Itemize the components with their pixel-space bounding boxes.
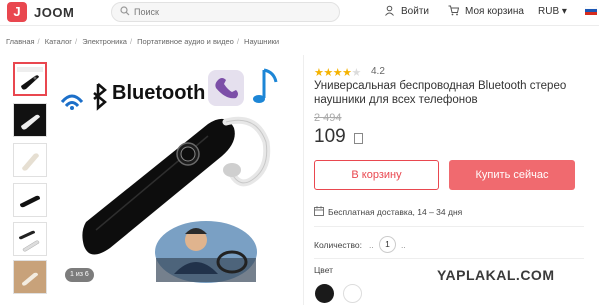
top-header: J JOOM Войти Моя корзина RUB ▾ <box>0 0 599 26</box>
currency-selector[interactable]: RUB ▾ <box>538 6 567 17</box>
current-price: 109 <box>314 126 346 147</box>
headset-image <box>19 230 40 252</box>
color-swatch-black[interactable] <box>315 284 334 303</box>
quantity-value[interactable]: 1 <box>379 236 396 253</box>
quantity-label: Количество: <box>314 240 363 250</box>
headset-image <box>22 272 38 286</box>
search-bar[interactable] <box>111 2 340 22</box>
thumbnail[interactable] <box>13 103 47 137</box>
breadcrumb-item[interactable]: Электроника <box>82 37 127 46</box>
russia-flag-icon[interactable] <box>585 6 597 15</box>
headset-image <box>22 153 39 171</box>
currency-glyph-icon <box>354 133 363 144</box>
thumbnail[interactable] <box>13 222 47 256</box>
breadcrumb: Главная / Каталог / Электроника / Портативн… <box>6 37 280 46</box>
product-title: Универсальная беспроводная Bluetooth сте… <box>314 80 567 106</box>
user-icon <box>385 5 394 16</box>
rating-value[interactable]: 4.2 <box>371 66 385 77</box>
logo-icon[interactable]: J <box>7 2 27 22</box>
svg-text:Bluetooth: Bluetooth <box>112 82 205 104</box>
headset-image <box>17 67 43 90</box>
old-price: 2 494 <box>314 112 342 124</box>
divider <box>314 258 584 259</box>
delivery-info: Бесплатная доставка, 14 – 34 дня <box>328 207 463 217</box>
star-icon: ★★★★ <box>314 67 352 79</box>
search-icon <box>120 6 130 16</box>
image-counter: 1 из 6 <box>65 268 94 282</box>
headset-image <box>21 114 40 130</box>
divider <box>314 226 584 227</box>
calendar-icon <box>314 206 324 216</box>
star-icon: ★ <box>351 67 361 79</box>
color-label: Цвет <box>314 265 334 275</box>
headset-image: Bluetooth <box>60 68 278 285</box>
thumbnail[interactable] <box>13 260 47 294</box>
breadcrumb-item[interactable]: Наушники <box>244 37 279 46</box>
cart-link[interactable]: Моя корзина <box>465 6 524 17</box>
quantity-increase-button[interactable]: .. <box>401 240 406 250</box>
thumbnail[interactable] <box>13 183 47 217</box>
driver-photo <box>153 219 259 285</box>
main-product-image[interactable]: Bluetooth <box>56 62 284 288</box>
color-swatch-white[interactable] <box>343 284 362 303</box>
quantity-decrease-button[interactable]: .. <box>369 240 374 250</box>
breadcrumb-item[interactable]: Портативное аудио и видео <box>137 37 234 46</box>
login-link[interactable]: Войти <box>401 6 429 17</box>
watermark: YAPLAKAL.COM <box>437 267 555 283</box>
wireless-signal-icon <box>60 94 84 110</box>
buy-now-button[interactable]: Купить сейчас <box>449 160 575 190</box>
cart-icon <box>448 5 459 16</box>
bluetooth-icon <box>93 83 107 111</box>
search-input[interactable] <box>134 5 334 19</box>
rating-stars: ★★★★★ <box>314 66 361 79</box>
phone-app-icon <box>208 70 244 106</box>
breadcrumb-item[interactable]: Каталог <box>45 37 72 46</box>
logo-text[interactable]: JOOM <box>34 5 74 20</box>
headset-image <box>20 195 40 208</box>
music-note-icon <box>253 68 278 103</box>
breadcrumb-item[interactable]: Главная <box>6 37 35 46</box>
thumbnail[interactable] <box>13 143 47 177</box>
thumbnail[interactable] <box>13 62 47 96</box>
add-to-cart-button[interactable]: В корзину <box>314 160 439 190</box>
